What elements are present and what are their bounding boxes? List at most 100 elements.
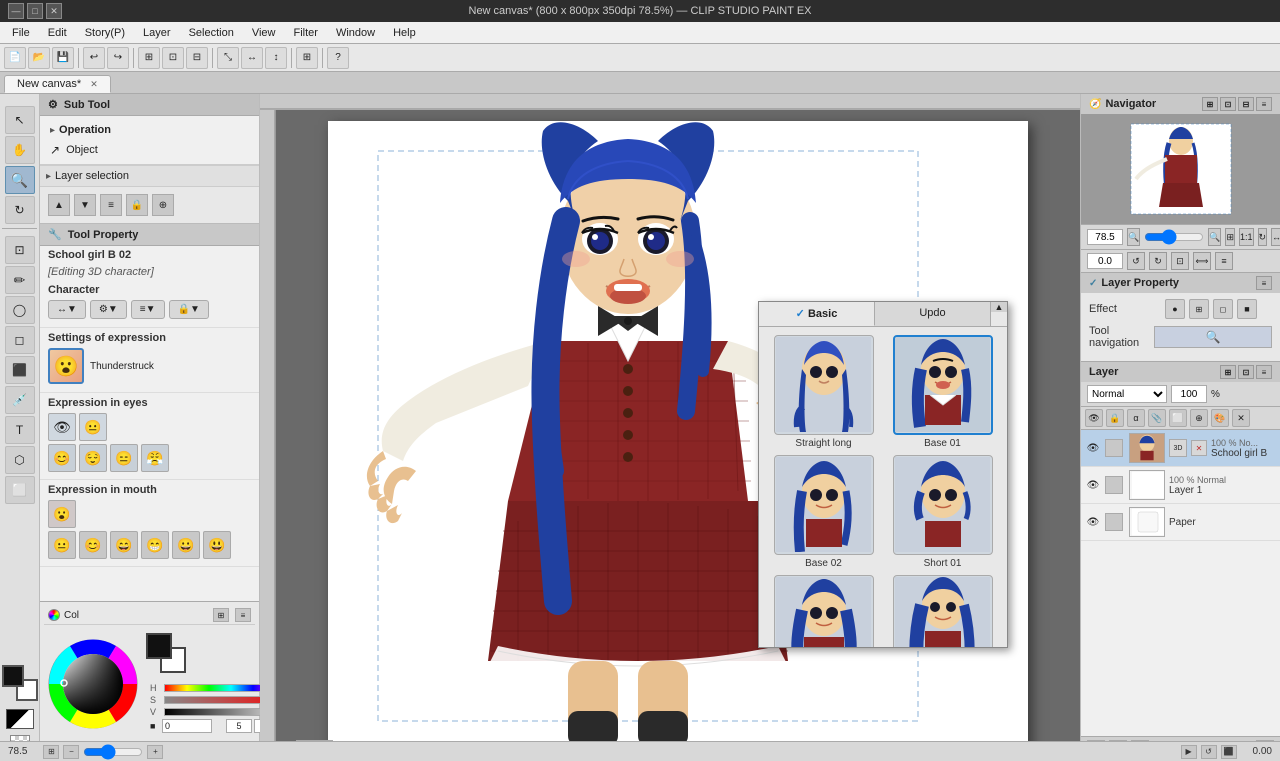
- flip-v-button[interactable]: ↕: [265, 47, 287, 69]
- layer-lock-0[interactable]: [1105, 439, 1123, 457]
- layer-visibility-0[interactable]: 👁: [1085, 440, 1101, 456]
- mouth-opt-1[interactable]: 😮: [48, 500, 76, 528]
- pen-tool[interactable]: ✏: [5, 266, 35, 294]
- titlebar-maximize[interactable]: □: [27, 3, 43, 19]
- titlebar-minimize[interactable]: —: [8, 3, 24, 19]
- color-wheel-svg[interactable]: [48, 639, 138, 729]
- layer-select-up-btn[interactable]: ▲: [48, 194, 70, 216]
- canvas-inner[interactable]: ✓ Basic Updo ▲: [276, 110, 1080, 761]
- layer-item-2[interactable]: 👁 Paper: [1081, 504, 1280, 541]
- nav-mirror-btn[interactable]: ⟺: [1193, 252, 1211, 270]
- effect-icon-3[interactable]: ◻: [1213, 299, 1233, 319]
- opacity-input[interactable]: [1171, 385, 1207, 403]
- hair-item-short01[interactable]: Short 01: [886, 455, 999, 569]
- titlebar-close[interactable]: ✕: [46, 3, 62, 19]
- eyes-opt-3[interactable]: 😊: [48, 444, 76, 472]
- cursor-tool[interactable]: ↖: [5, 106, 35, 134]
- mouth-opt-7[interactable]: 😃: [203, 531, 231, 559]
- save-button[interactable]: 💾: [52, 47, 74, 69]
- nav-rot-reset-btn[interactable]: ⊡: [1171, 252, 1189, 270]
- layer-panel-btn-3[interactable]: ≡: [1256, 365, 1272, 379]
- effect-icon-4[interactable]: ■: [1237, 299, 1257, 319]
- hair-tab-basic[interactable]: ✓ Basic: [759, 302, 875, 326]
- hair-tab-updo[interactable]: Updo: [875, 302, 991, 326]
- navigator-preview[interactable]: [1081, 114, 1280, 224]
- selection-marquee-tool[interactable]: ⊡: [5, 236, 35, 264]
- vector-tool[interactable]: ⬡: [5, 446, 35, 474]
- layer-lock-2[interactable]: [1105, 513, 1123, 531]
- color-options-btn[interactable]: ⊞: [213, 608, 229, 622]
- nav-rot-cw-btn[interactable]: ↻: [1149, 252, 1167, 270]
- fill-tool[interactable]: ⬛: [5, 356, 35, 384]
- nav-btn-1[interactable]: ⊞: [1202, 97, 1218, 111]
- invert-sel-button[interactable]: ⊟: [186, 47, 208, 69]
- nav-zoom-input[interactable]: [1087, 229, 1123, 245]
- status-loop-btn[interactable]: ↺: [1201, 745, 1217, 759]
- redo-button[interactable]: ↪: [107, 47, 129, 69]
- nav-rotate-btn[interactable]: ↻: [1258, 228, 1268, 246]
- layer-tool-clear[interactable]: ✕: [1232, 409, 1250, 427]
- nav-zoom-in-btn[interactable]: 🔍: [1208, 228, 1221, 246]
- color-menu-btn[interactable]: ≡: [235, 608, 251, 622]
- nav-zoom-slider[interactable]: [1144, 231, 1204, 243]
- hair-item-long01[interactable]: Long 01: [886, 575, 999, 647]
- layer-tool-vis[interactable]: 👁: [1085, 409, 1103, 427]
- canvas-tab-close[interactable]: ✕: [90, 79, 98, 89]
- hair-popup-scroll-up[interactable]: ▲: [991, 302, 1007, 312]
- rgb-r-input[interactable]: 5: [226, 719, 252, 733]
- hex-input[interactable]: 0: [162, 719, 212, 733]
- eyes-opt-5[interactable]: 😑: [110, 444, 138, 472]
- layer-select-opt-btn[interactable]: ≡: [100, 194, 122, 216]
- status-zoom-in-btn[interactable]: +: [147, 745, 163, 759]
- deselect-button[interactable]: ⊡: [162, 47, 184, 69]
- char-ctrl-1[interactable]: ↔▼: [48, 300, 86, 319]
- shape-tool[interactable]: ⬜: [5, 476, 35, 504]
- eyedropper-tool[interactable]: 💉: [5, 386, 35, 414]
- eyes-opt-2[interactable]: 😐: [79, 413, 107, 441]
- view-options-button[interactable]: ⊞: [296, 47, 318, 69]
- nav-extra-btn[interactable]: ≡: [1215, 252, 1233, 270]
- char-ctrl-2[interactable]: ⚙▼: [90, 300, 127, 319]
- nav-rotation-input[interactable]: [1087, 253, 1123, 269]
- status-play-btn[interactable]: ▶: [1181, 745, 1197, 759]
- transform-button[interactable]: ⤡: [217, 47, 239, 69]
- status-zoom-slider[interactable]: [83, 747, 143, 757]
- hair-item-base02[interactable]: Base 02: [767, 455, 880, 569]
- menu-edit[interactable]: Edit: [40, 25, 75, 41]
- mouth-opt-6[interactable]: 😀: [172, 531, 200, 559]
- foreground-color[interactable]: [146, 633, 172, 659]
- layer-item-1[interactable]: 👁 100 % Normal Layer 1: [1081, 467, 1280, 504]
- layer-lock-1[interactable]: [1105, 476, 1123, 494]
- layer-visibility-1[interactable]: 👁: [1085, 477, 1101, 493]
- zoom-tool[interactable]: 🔍: [5, 166, 35, 194]
- nav-flip-btn[interactable]: ↔: [1271, 228, 1280, 246]
- menu-help[interactable]: Help: [385, 25, 424, 41]
- layer-tool-clip[interactable]: 📎: [1148, 409, 1166, 427]
- nav-rot-ccw-btn[interactable]: ↺: [1127, 252, 1145, 270]
- nav-fit-btn[interactable]: ⊞: [1225, 228, 1235, 246]
- layer-visibility-2[interactable]: 👁: [1085, 514, 1101, 530]
- layer-select-extra-btn[interactable]: ⊕: [152, 194, 174, 216]
- hair-item-straight-long[interactable]: Straight long: [767, 335, 880, 449]
- brush-tool[interactable]: ◯: [5, 296, 35, 324]
- mouth-opt-3[interactable]: 😊: [79, 531, 107, 559]
- help-button[interactable]: ?: [327, 47, 349, 69]
- char-ctrl-4[interactable]: 🔒▼: [169, 300, 209, 319]
- rotate-canvas-tool[interactable]: ↻: [5, 196, 35, 224]
- layer-item-0[interactable]: 👁 3D ✕ 100 % No...: [1081, 430, 1280, 467]
- reset-color-button[interactable]: [6, 709, 34, 729]
- mouth-opt-5[interactable]: 😁: [141, 531, 169, 559]
- layer-select-down-btn[interactable]: ▼: [74, 194, 96, 216]
- eyes-opt-6[interactable]: 😤: [141, 444, 169, 472]
- effect-icon-2[interactable]: ⊞: [1189, 299, 1209, 319]
- mouth-opt-2[interactable]: 😐: [48, 531, 76, 559]
- layer-select-lock-btn[interactable]: 🔒: [126, 194, 148, 216]
- menu-selection[interactable]: Selection: [181, 25, 242, 41]
- move-tool[interactable]: ✋: [5, 136, 35, 164]
- menu-window[interactable]: Window: [328, 25, 383, 41]
- status-zoom-out-btn[interactable]: −: [63, 745, 79, 759]
- new-button[interactable]: 📄: [4, 47, 26, 69]
- nav-1to1-btn[interactable]: 1:1: [1239, 228, 1254, 246]
- hair-item-shoulder[interactable]: Shoulder length: [767, 575, 880, 647]
- text-tool[interactable]: T: [5, 416, 35, 444]
